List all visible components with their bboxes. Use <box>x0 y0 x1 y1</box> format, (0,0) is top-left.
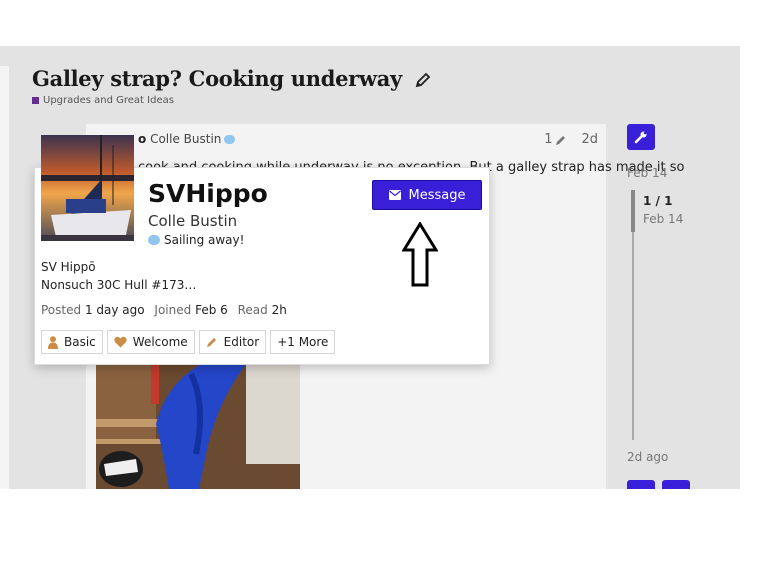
user-bio-line: SV Hippō <box>41 260 96 274</box>
timeline-position: 1 / 1 <box>643 194 673 208</box>
read-value: 2h <box>271 303 287 317</box>
user-status-text: Sailing away! <box>164 233 245 247</box>
topic-timeline: Feb 14 1 / 1 Feb 14 2d ago <box>627 124 727 489</box>
edit-pencil-icon <box>556 135 566 145</box>
status-bubble-icon <box>148 235 160 245</box>
badge-label: Welcome <box>132 335 188 349</box>
category-color-square <box>32 97 39 104</box>
joined-label: Joined <box>154 303 192 317</box>
message-button-label: Message <box>408 187 466 203</box>
category-label: Upgrades and Great Ideas <box>43 95 174 106</box>
user-icon <box>48 335 58 349</box>
user-stats: Posted 1 day ago Joined Feb 6 Read 2h <box>41 303 287 317</box>
post-username[interactable]: o <box>138 132 146 146</box>
badge-label: Basic <box>64 335 96 349</box>
status-bubble-icon <box>224 135 236 144</box>
edit-history-button[interactable]: 1 <box>544 132 567 147</box>
post-meta: 1 2d <box>544 132 598 147</box>
joined-value: Feb 6 <box>195 303 228 317</box>
badge-welcome[interactable]: Welcome <box>106 330 195 354</box>
envelope-icon <box>388 190 401 200</box>
timeline-action-button[interactable] <box>662 480 690 489</box>
left-sidebar-edge <box>0 66 9 489</box>
post-image[interactable] <box>96 364 300 489</box>
category-link[interactable]: Upgrades and Great Ideas <box>32 95 174 106</box>
user-card-status: Sailing away! <box>148 233 244 247</box>
user-bio-line: Nonsuch 30C Hull #173… <box>41 278 197 292</box>
more-badges-button[interactable]: +1 More <box>270 330 336 354</box>
timeline-end-date[interactable]: 2d ago <box>627 450 668 464</box>
edit-title-icon[interactable] <box>415 68 431 93</box>
message-button[interactable]: Message <box>372 180 482 210</box>
topic-title: Galley strap? Cooking underway <box>32 66 431 93</box>
timeline-action-button[interactable] <box>627 480 655 489</box>
timeline-position-date: Feb 14 <box>643 212 684 226</box>
wrench-icon <box>634 131 647 144</box>
read-label: Read <box>237 303 268 317</box>
admin-wrench-button[interactable] <box>627 124 655 150</box>
badge-label: Editor <box>223 335 260 349</box>
badge-editor[interactable]: Editor <box>198 330 267 354</box>
user-badges: Basic Welcome Editor +1 More <box>41 330 336 354</box>
post-author[interactable]: o Colle Bustin <box>138 132 236 146</box>
user-card-username[interactable]: SVHippo <box>148 179 268 208</box>
pencil-icon <box>206 338 216 347</box>
posted-label: Posted <box>41 303 82 317</box>
topic-title-text: Galley strap? Cooking underway <box>32 66 402 91</box>
avatar[interactable] <box>41 135 134 241</box>
user-card-full-name: Colle Bustin <box>148 212 238 230</box>
post-full-name[interactable]: Colle Bustin <box>150 132 221 146</box>
up-arrow-annotation <box>402 222 438 287</box>
edit-count: 1 <box>544 132 553 147</box>
timeline-scroll-handle[interactable] <box>631 190 635 232</box>
badge-basic[interactable]: Basic <box>41 330 103 354</box>
posted-value: 1 day ago <box>84 303 145 317</box>
badge-label: +1 More <box>277 335 329 349</box>
post-age[interactable]: 2d <box>581 132 598 147</box>
heart-icon <box>114 336 127 348</box>
timeline-start-date[interactable]: Feb 14 <box>627 166 667 180</box>
